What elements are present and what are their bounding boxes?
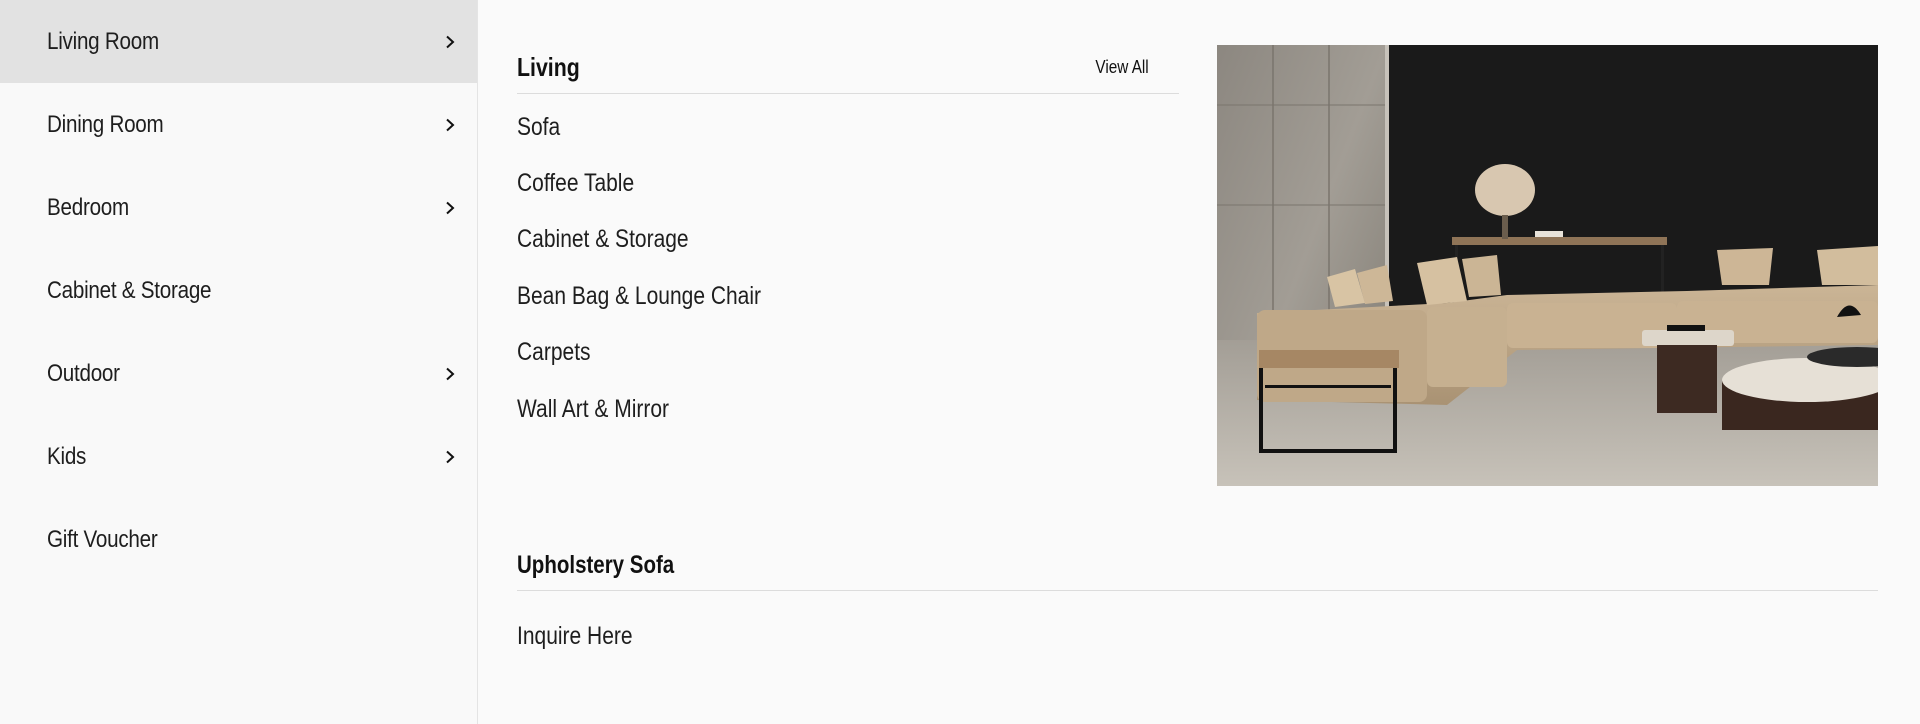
link-label: Coffee Table	[517, 169, 635, 198]
sidebar-item-gift-voucher[interactable]: Gift Voucher	[0, 498, 477, 581]
link-label: Wall Art & Mirror	[517, 394, 670, 423]
living-section-title: Living	[517, 52, 580, 82]
sidebar-item-label: Outdoor	[47, 359, 120, 387]
link-label: Bean Bag & Lounge Chair	[517, 281, 762, 310]
link-label: Cabinet & Storage	[517, 225, 689, 254]
inquire-here-link[interactable]: Inquire Here	[517, 622, 633, 651]
link-carpets[interactable]: Carpets	[517, 325, 1179, 381]
link-wall-art-mirror[interactable]: Wall Art & Mirror	[517, 381, 1179, 437]
living-link-list: Sofa Coffee Table Cabinet & Storage Bean…	[517, 99, 1179, 437]
submenu-panel: Living View All Sofa Coffee Table Cabine…	[517, 0, 1920, 724]
sidebar-item-label: Gift Voucher	[47, 525, 158, 553]
view-all-link[interactable]: View All	[1096, 57, 1149, 78]
sidebar-item-living-room[interactable]: Living Room	[0, 0, 477, 83]
upholstery-section-title: Upholstery Sofa	[517, 550, 675, 579]
upholstery-section-header: Upholstery Sofa	[517, 540, 1878, 591]
link-cabinet-storage[interactable]: Cabinet & Storage	[517, 212, 1179, 268]
link-sofa[interactable]: Sofa	[517, 99, 1179, 155]
chevron-right-icon	[443, 118, 457, 132]
sidebar-item-label: Kids	[47, 442, 87, 470]
sidebar-item-label: Living Room	[47, 27, 159, 55]
sidebar-item-kids[interactable]: Kids	[0, 415, 477, 498]
sidebar-item-outdoor[interactable]: Outdoor	[0, 332, 477, 415]
sidebar-item-bedroom[interactable]: Bedroom	[0, 166, 477, 249]
living-room-sofa-photo[interactable]	[1217, 45, 1878, 486]
mega-menu: Living Room Dining Room Bedroom Cabinet …	[0, 0, 1920, 724]
chevron-right-icon	[443, 35, 457, 49]
sidebar-item-dining-room[interactable]: Dining Room	[0, 83, 477, 166]
link-coffee-table[interactable]: Coffee Table	[517, 155, 1179, 211]
sidebar-item-label: Bedroom	[47, 193, 129, 221]
living-section-header: Living View All	[517, 42, 1179, 94]
link-label: Carpets	[517, 338, 591, 367]
link-bean-bag-lounge-chair[interactable]: Bean Bag & Lounge Chair	[517, 268, 1179, 324]
chevron-right-icon	[443, 450, 457, 464]
sidebar-item-label: Cabinet & Storage	[47, 276, 212, 304]
sidebar-item-cabinet-storage[interactable]: Cabinet & Storage	[0, 249, 477, 332]
link-label: Sofa	[517, 112, 561, 141]
category-sidebar: Living Room Dining Room Bedroom Cabinet …	[0, 0, 478, 724]
chevron-right-icon	[443, 367, 457, 381]
sidebar-item-label: Dining Room	[47, 110, 164, 138]
chevron-right-icon	[443, 201, 457, 215]
